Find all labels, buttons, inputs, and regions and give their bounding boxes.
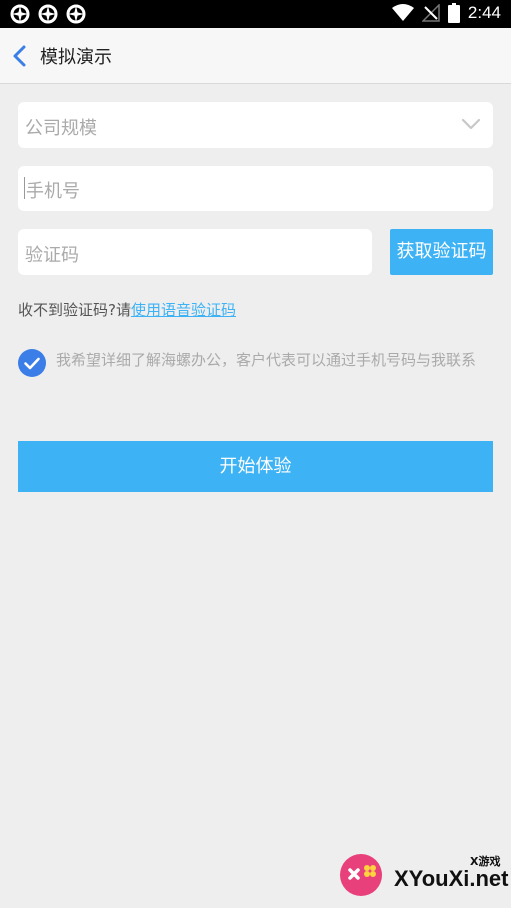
app-notification-icon (10, 4, 30, 24)
get-code-button[interactable]: 获取验证码 (390, 229, 493, 275)
text-cursor (24, 177, 25, 199)
chevron-left-icon[interactable] (8, 42, 32, 70)
page-title: 模拟演示 (40, 47, 112, 68)
start-trial-button[interactable]: 开始体验 (18, 441, 493, 492)
consent-checkbox-icon[interactable] (18, 349, 46, 377)
consent-text: 我希望详细了解海螺办公，客户代表可以通过手机号码与我联系 (56, 351, 477, 369)
no-signal-icon (421, 4, 440, 22)
voice-code-link[interactable]: 使用语音验证码 (131, 301, 236, 319)
company-size-placeholder: 公司规模 (25, 118, 97, 139)
app-notification-icon (38, 4, 58, 24)
status-bar: 2:44 (0, 0, 511, 28)
gamepad-logo-icon (340, 854, 382, 896)
phone-placeholder: 手机号 (26, 181, 80, 202)
company-size-select[interactable]: 公司规模 (18, 102, 493, 148)
navigation-bar: 模拟演示 (0, 28, 511, 84)
verification-code-placeholder: 验证码 (25, 245, 79, 266)
app-notification-icon (66, 4, 86, 24)
wifi-icon (391, 4, 414, 21)
phone-field[interactable]: 手机号 (18, 166, 493, 211)
watermark-brand: XYouXi.net (394, 866, 509, 891)
voice-code-line: 收不到验证码?请使用语音验证码 (18, 299, 236, 320)
battery-icon (447, 3, 460, 23)
system-icons: 2:44 (391, 3, 501, 23)
notification-icons (10, 4, 86, 24)
status-time: 2:44 (467, 3, 501, 22)
verification-code-field[interactable]: 验证码 (18, 229, 372, 275)
watermark: X游戏 XYouXi.net (338, 848, 509, 904)
chevron-down-icon (461, 118, 481, 130)
voice-code-prompt: 收不到验证码?请 (18, 301, 131, 319)
